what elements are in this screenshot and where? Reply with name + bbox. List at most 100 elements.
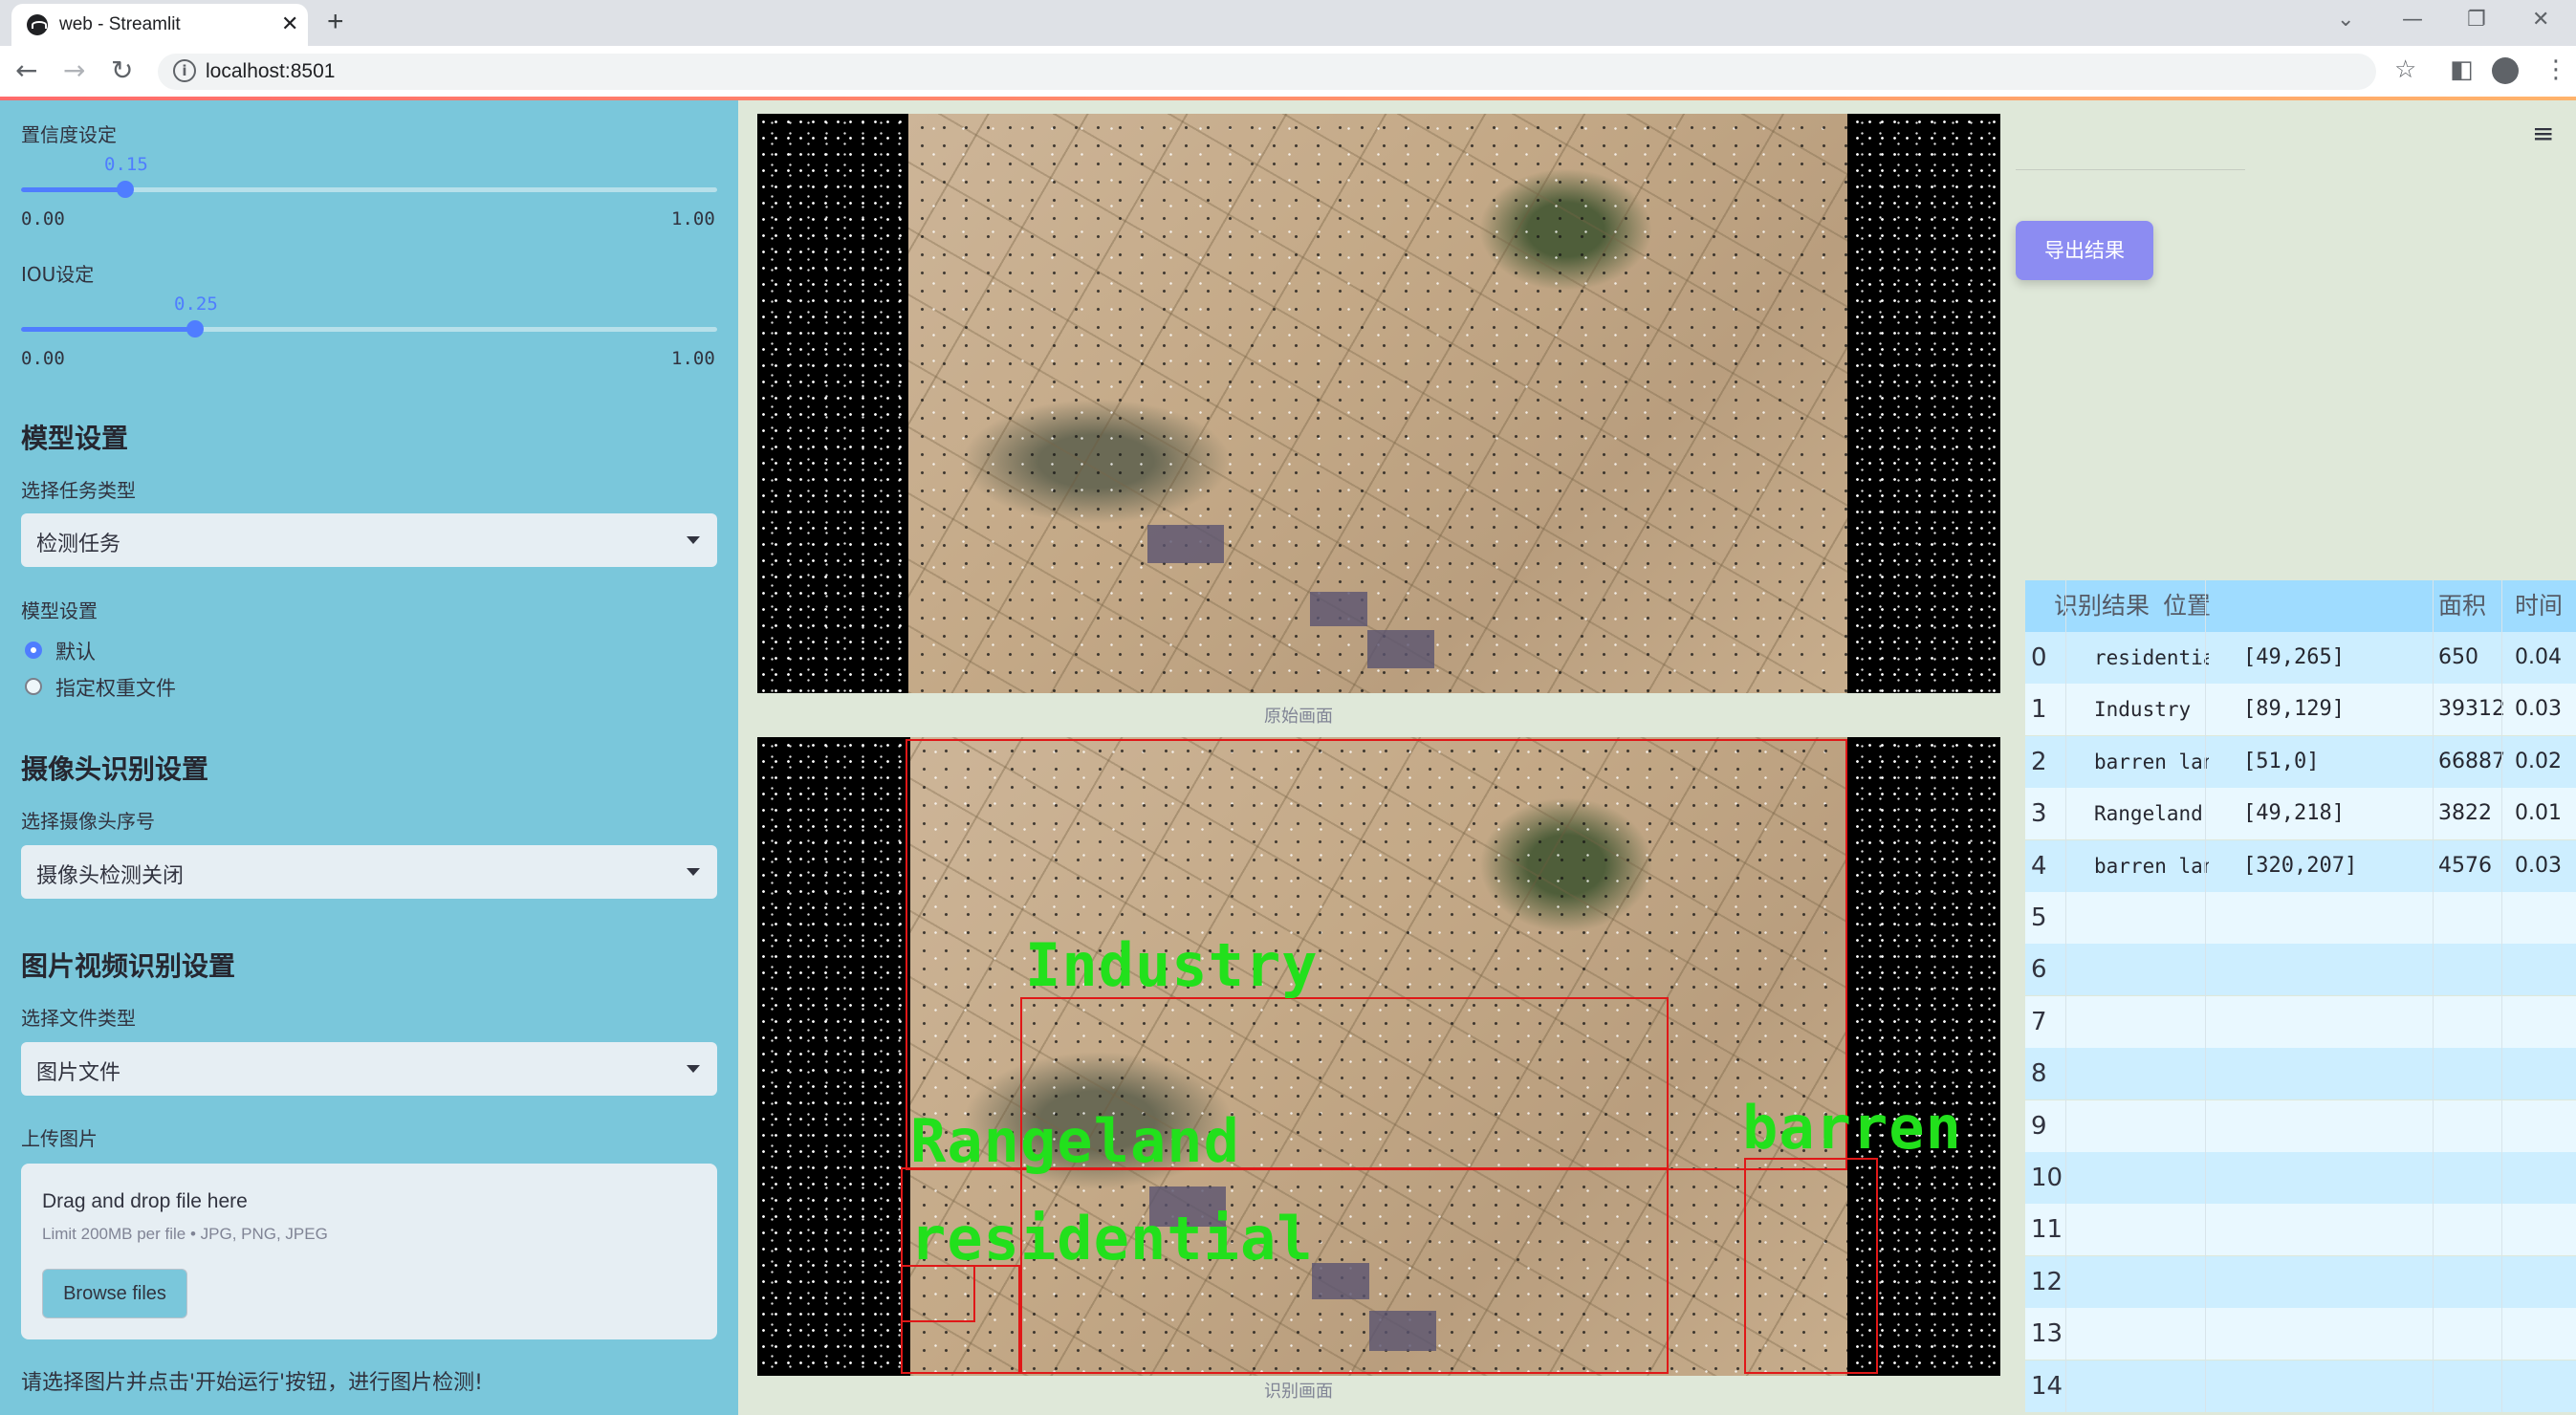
radio-default[interactable]: [25, 642, 42, 659]
tab-search-chevron-icon[interactable]: ⌄: [2337, 8, 2354, 32]
cell-time: [2515, 996, 2572, 1048]
cell-position: [2243, 1100, 2396, 1152]
cell-label: [2094, 1048, 2209, 1099]
model-settings-label: 模型设置: [21, 599, 98, 622]
browser-menu-icon[interactable]: ⋮: [2543, 55, 2568, 84]
cell-position: [2243, 892, 2396, 944]
column-separator: [2065, 580, 2066, 1412]
task-type-select[interactable]: 检测任务: [21, 513, 717, 567]
detection-label-rangeland: Rangeland: [910, 1106, 1240, 1176]
cell-position: [49,218]: [2243, 801, 2345, 825]
original-image: [757, 114, 2000, 693]
header-position[interactable]: 位置: [2163, 580, 2211, 632]
camera-select[interactable]: 摄像头检测关闭: [21, 845, 717, 899]
cell-position: [2243, 1308, 2396, 1360]
table-row[interactable]: 10: [2025, 1152, 2576, 1204]
iou-min: 0.00: [21, 348, 65, 369]
profile-avatar-icon[interactable]: [2492, 57, 2519, 84]
file-type-select[interactable]: 图片文件: [21, 1042, 717, 1096]
table-row[interactable]: 0residential[49,265]6500.04: [2025, 632, 2576, 684]
browse-files-button[interactable]: Browse files: [42, 1269, 187, 1318]
file-type-label: 选择文件类型: [21, 1007, 136, 1030]
hamburger-menu-icon[interactable]: ≡: [2532, 118, 2554, 149]
confidence-max: 1.00: [671, 208, 715, 229]
cell-position: [2243, 1361, 2396, 1412]
cell-position: [51,0]: [2243, 750, 2320, 773]
cell-time: [2515, 1256, 2572, 1308]
cell-area: [2438, 1361, 2505, 1412]
tab-close-icon[interactable]: ✕: [281, 12, 298, 36]
back-icon[interactable]: ←: [15, 54, 37, 86]
table-row[interactable]: 4barren land[320,207]45760.03: [2025, 840, 2576, 892]
new-tab-icon[interactable]: +: [327, 6, 344, 38]
column-separator: [2205, 580, 2206, 1412]
confidence-min: 0.00: [21, 208, 65, 229]
cell-position: [2243, 996, 2396, 1048]
header-time[interactable]: 时间: [2515, 580, 2563, 632]
reload-icon[interactable]: ↻: [111, 54, 133, 86]
dropzone-limit: Limit 200MB per file • JPG, PNG, JPEG: [42, 1225, 328, 1243]
url-field[interactable]: i localhost:8501: [158, 54, 2376, 90]
bookmark-star-icon[interactable]: ☆: [2394, 55, 2416, 84]
radio-custom-weights-label[interactable]: 指定权重文件: [55, 673, 176, 702]
iou-value: 0.25: [174, 294, 218, 315]
iou-slider[interactable]: [21, 320, 717, 337]
radio-default-label[interactable]: 默认: [55, 637, 96, 665]
table-row[interactable]: 13: [2025, 1308, 2576, 1360]
cell-area: [2438, 1204, 2505, 1255]
cell-label: barren land: [2094, 855, 2209, 878]
iou-slider-thumb[interactable]: [186, 320, 204, 337]
cell-position: [2243, 1048, 2396, 1099]
column-separator: [2433, 580, 2434, 1412]
cell-position: [89,129]: [2243, 697, 2345, 721]
cell-time: 0.03: [2515, 854, 2562, 878]
table-row[interactable]: 3 Rangeland [49,218] 3822 0.01: [2025, 788, 2576, 839]
camera-value: 摄像头检测关闭: [36, 864, 185, 888]
table-row[interactable]: 6: [2025, 944, 2576, 995]
table-row[interactable]: 7: [2025, 996, 2576, 1048]
file-dropzone[interactable]: Drag and drop file here Limit 200MB per …: [21, 1164, 717, 1339]
table-row[interactable]: 14: [2025, 1361, 2576, 1412]
tab-title: web - Streamlit: [59, 14, 181, 34]
upload-label: 上传图片: [21, 1127, 98, 1150]
table-row[interactable]: 12: [2025, 1256, 2576, 1308]
site-info-icon[interactable]: i: [173, 59, 196, 82]
cell-time: [2515, 1100, 2572, 1152]
cell-label: [2094, 1204, 2209, 1255]
cell-area: 39312: [2438, 697, 2505, 721]
cell-time: [2515, 944, 2572, 995]
instruction-hint: 请选择图片并点击'开始运行'按钮，进行图片检测!: [21, 1371, 483, 1395]
confidence-slider-thumb[interactable]: [117, 181, 134, 198]
table-row[interactable]: 8: [2025, 1048, 2576, 1099]
table-row[interactable]: 5: [2025, 892, 2576, 944]
close-window-icon[interactable]: ✕: [2532, 8, 2549, 32]
restore-icon[interactable]: ❐: [2467, 8, 2486, 32]
radio-custom-weights[interactable]: [25, 678, 42, 695]
detection-box-residential: [901, 1265, 975, 1322]
column-separator: [2501, 580, 2502, 1412]
table-row[interactable]: 1 Industry [89,129] 39312 0.03: [2025, 684, 2576, 735]
result-caption: 识别画面: [1264, 1382, 1333, 1402]
cell-time: 0.03: [2515, 697, 2562, 721]
cell-area: [2438, 1308, 2505, 1360]
table-row[interactable]: 2barren land[51,0]668870.02: [2025, 736, 2576, 788]
aerial-photo: [908, 114, 1847, 693]
task-type-value: 检测任务: [36, 533, 121, 556]
browser-tab[interactable]: web - Streamlit ✕: [11, 4, 308, 46]
dropzone-title: Drag and drop file here: [42, 1190, 248, 1212]
table-row[interactable]: 11: [2025, 1204, 2576, 1255]
cell-label: [2094, 1308, 2209, 1360]
cell-label: [2094, 944, 2209, 995]
export-results-button[interactable]: 导出结果: [2016, 221, 2153, 280]
header-area[interactable]: 面积: [2438, 580, 2486, 632]
table-header: 识别结果 位置 面积 时间: [2025, 580, 2576, 632]
cell-area: [2438, 1256, 2505, 1308]
confidence-slider[interactable]: [21, 181, 717, 198]
forward-icon[interactable]: →: [63, 54, 85, 86]
table-row[interactable]: 9: [2025, 1100, 2576, 1152]
minimize-icon[interactable]: —: [2402, 8, 2423, 32]
original-caption: 原始画面: [1264, 707, 1333, 727]
header-label[interactable]: 识别结果: [2054, 580, 2150, 632]
cell-label: [2094, 996, 2209, 1048]
side-panel-icon[interactable]: ◧: [2450, 55, 2474, 84]
